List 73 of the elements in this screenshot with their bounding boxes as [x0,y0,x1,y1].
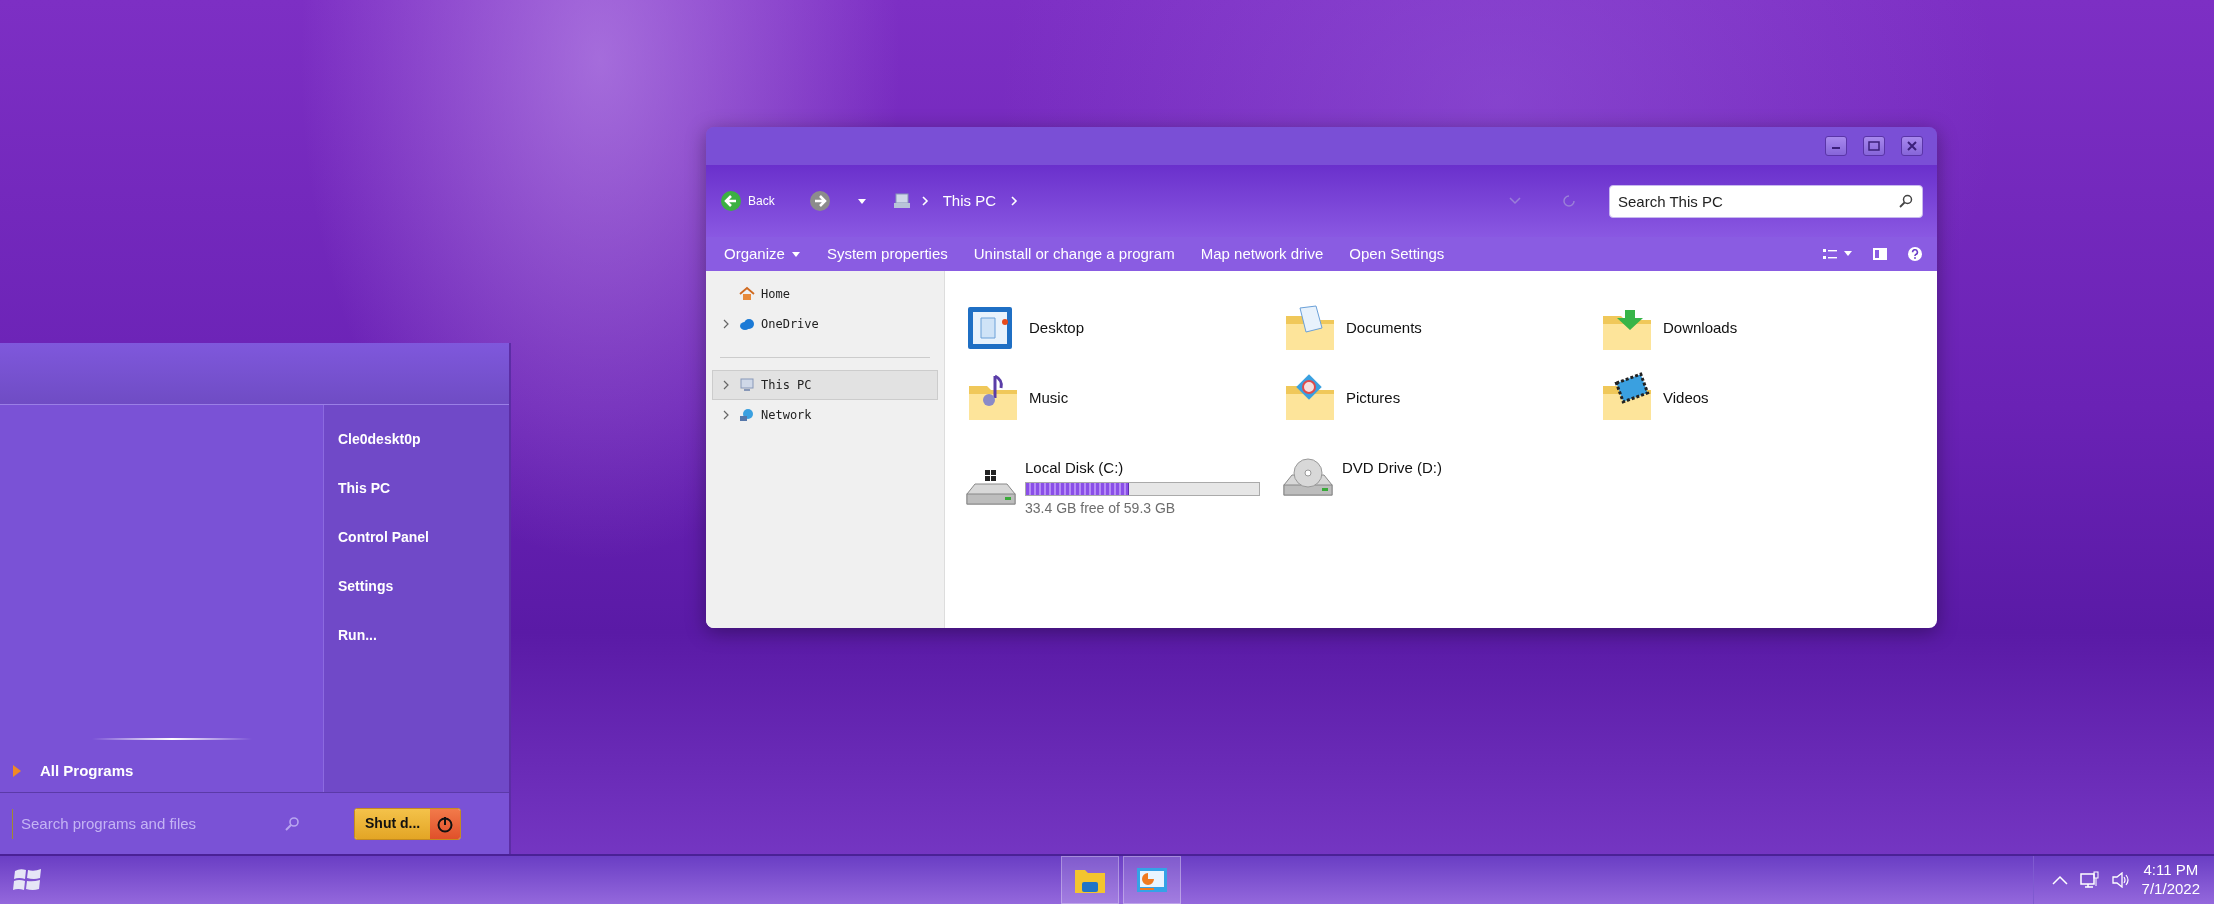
expand-chevron-icon[interactable] [723,410,729,420]
drive-item[interactable]: Local Disk (C:) 33.4 GB free of 59.3 GB [965,457,1282,519]
nav-label: This PC [761,377,812,394]
drive-item[interactable]: DVD Drive (D:) [1282,457,1599,519]
maximize-icon [1868,141,1880,151]
start-menu-item[interactable]: This PC [338,474,509,502]
home-icon [739,286,755,302]
computer-icon [892,193,911,209]
control-panel-taskbar-icon[interactable] [1123,856,1181,904]
chevron-icon [920,196,929,206]
search-icon [284,815,300,832]
search-field[interactable]: Search programs and files [12,808,310,839]
computer-icon [739,377,755,393]
command-button[interactable]: Organize [714,240,811,268]
breadcrumb-item[interactable]: This PC [938,189,1001,213]
view-options-icon[interactable] [1823,248,1853,260]
chevron-icon[interactable] [1010,196,1019,206]
clock-time: 4:11 PM [2142,861,2200,880]
start-menu-item[interactable]: Cle0deskt0p [338,425,509,453]
folder-item[interactable]: Videos [1599,365,1916,431]
nav-item[interactable]: Network [712,400,938,430]
search-field[interactable]: Search This PC [1609,184,1923,218]
nav-label: Home [761,286,790,303]
command-button[interactable]: Map network drive [1190,240,1334,268]
command-button[interactable]: Open Settings [1339,240,1455,268]
command-button[interactable]: Uninstall or change a program [963,240,1185,268]
arrow-icon [12,763,22,778]
start-menu-item[interactable]: Settings [338,572,509,600]
folder-item[interactable]: Documents [1282,295,1599,361]
start-menu-item[interactable]: Run... [338,621,509,649]
minimize-button[interactable] [1825,136,1847,156]
help-icon[interactable] [1907,246,1923,262]
search-icon [1899,194,1913,208]
nav-label: Network [761,407,812,424]
drive-name: Local Disk (C:) [1025,458,1125,478]
folder-name: Documents [1346,317,1422,338]
nav-item[interactable]: Home [712,279,938,309]
forward-button[interactable] [808,190,831,212]
folder-item[interactable]: Desktop [965,295,1282,361]
shut-down-button[interactable]: Shut d... [354,807,462,840]
folder-item[interactable]: Music [965,365,1282,431]
close-button[interactable] [1901,136,1923,156]
preview-pane-icon[interactable] [1873,248,1887,260]
folder-item[interactable]: Downloads [1599,295,1916,361]
nav-item[interactable]: This PC [712,370,938,400]
clock[interactable]: 4:11 PM 7/1/2022 [2141,861,2200,899]
maximize-button[interactable] [1863,136,1885,156]
command-button[interactable]: System properties [816,240,958,268]
folder-name: Music [1029,387,1069,408]
nav-label: OneDrive [761,316,819,333]
chevron-up-icon[interactable] [2051,875,2068,885]
start-menu-item[interactable]: Control Panel [338,523,509,551]
folder-item[interactable]: Pictures [1282,365,1599,431]
all-programs-button[interactable]: All Programs [12,759,134,782]
folder-name: Downloads [1663,317,1738,338]
cloud-icon [739,316,755,332]
folder-name: Desktop [1029,317,1085,338]
caret-icon[interactable] [856,197,867,205]
nav-item[interactable]: OneDrive [712,309,938,339]
drive-name: DVD Drive (D:) [1342,458,1442,478]
close-icon [1907,141,1917,151]
network-icon[interactable] [2079,871,2100,889]
network-icon [739,407,755,423]
expand-chevron-icon[interactable] [723,380,729,390]
back-button[interactable]: Back [720,190,775,212]
file-explorer-taskbar-icon[interactable] [1061,856,1119,904]
folder-name: Pictures [1346,387,1401,408]
folder-name: Videos [1663,387,1709,408]
clock-date: 7/1/2022 [2141,880,2200,899]
free-space-text: 33.4 GB free of 59.3 GB [1025,498,1177,518]
speaker-icon[interactable] [2111,872,2130,888]
power-icon [436,814,455,833]
expand-chevron-icon[interactable] [723,319,729,329]
